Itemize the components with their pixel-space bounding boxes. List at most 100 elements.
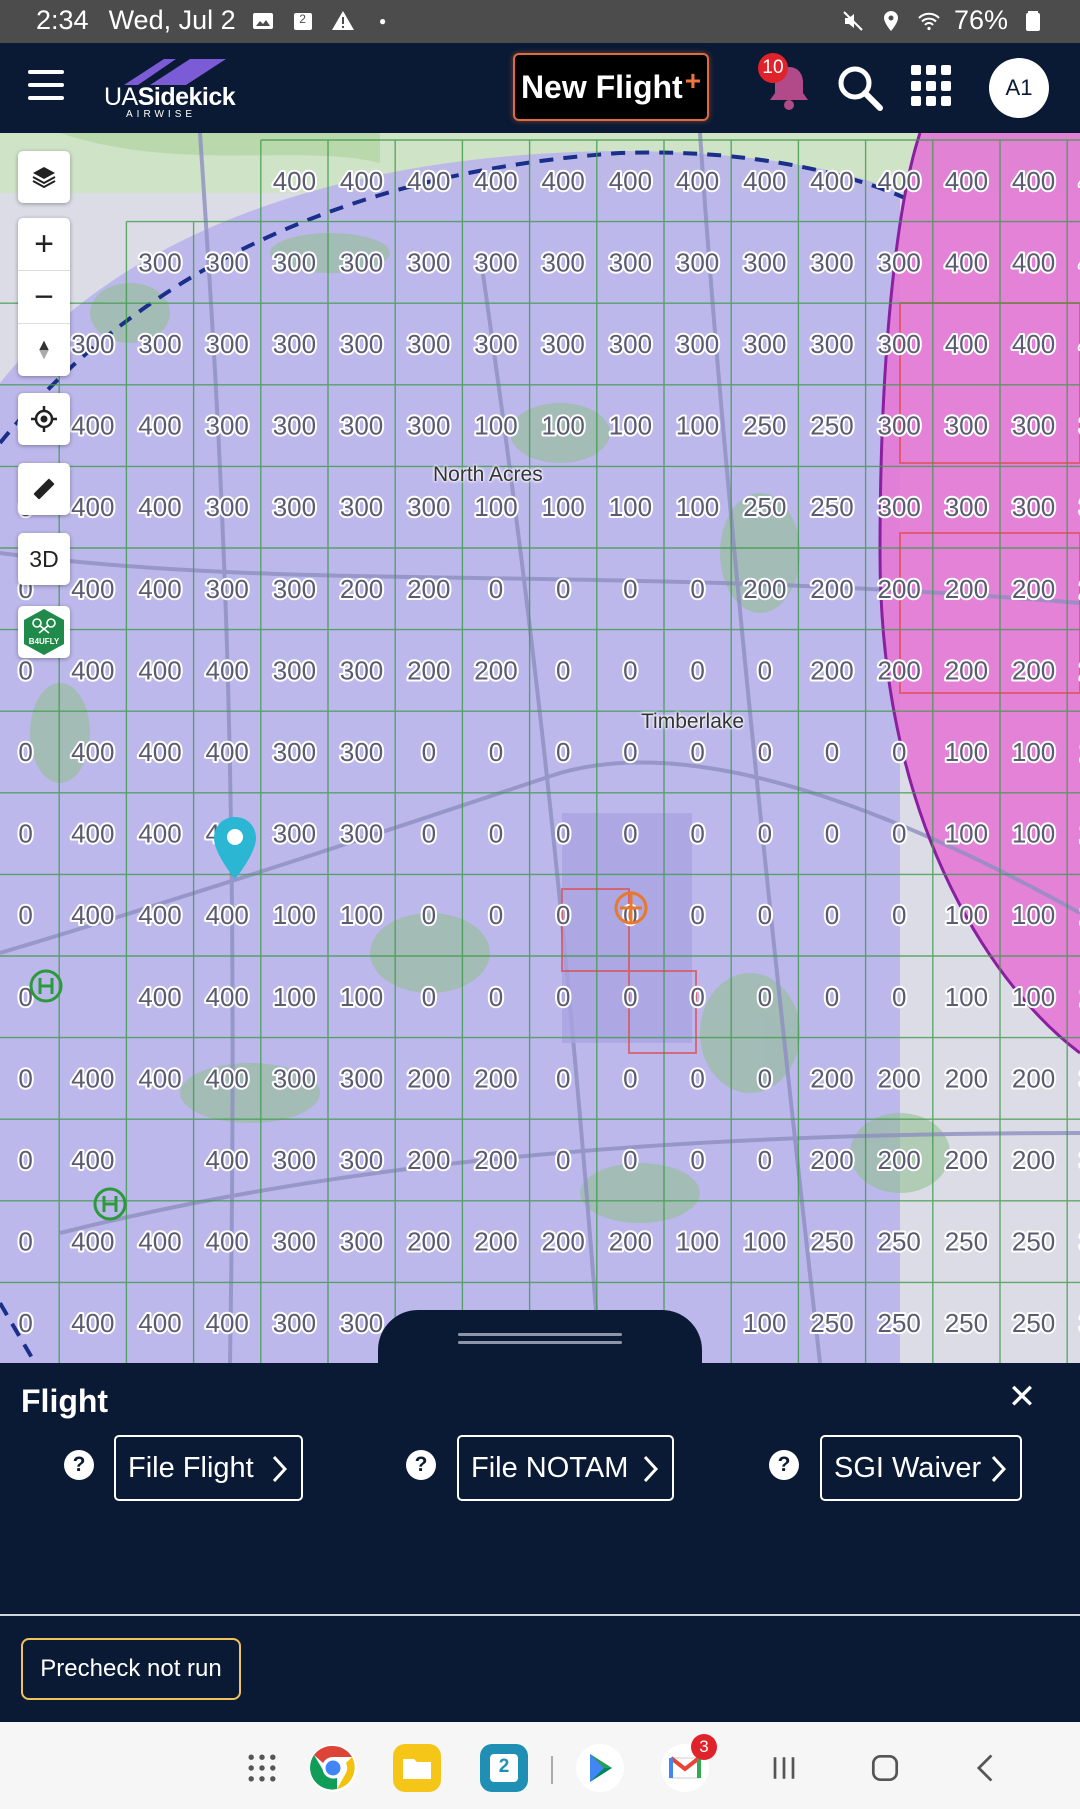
- airspace-map[interactable]: 4004004004004004004004004004004004004003…: [0, 133, 1080, 1363]
- notifications-bell-icon[interactable]: 10: [758, 53, 814, 113]
- zoom-in-button[interactable]: +: [18, 218, 70, 270]
- grid-ceiling-label: 400: [71, 492, 114, 522]
- apps-grid-icon[interactable]: [911, 65, 953, 107]
- grid-ceiling-label: 200: [407, 1145, 450, 1175]
- grid-ceiling-label: 0: [556, 737, 570, 767]
- grid-ceiling-label: 300: [340, 1308, 383, 1338]
- grid-ceiling-label: 0: [422, 819, 436, 849]
- close-icon[interactable]: ✕: [1006, 1378, 1038, 1416]
- grid-ceiling-label: 100: [676, 492, 719, 522]
- sgi-waiver-help-icon[interactable]: ?: [769, 1450, 799, 1480]
- grid-ceiling-label: 400: [878, 166, 921, 196]
- grid-ceiling-label: 400: [474, 166, 517, 196]
- grid-ceiling-label: 400: [138, 411, 181, 441]
- notification-badge: 10: [758, 53, 788, 83]
- mute-icon: [840, 8, 866, 34]
- calendar-app-icon[interactable]: 2: [478, 1742, 530, 1794]
- grid-ceiling-label: 0: [556, 900, 570, 930]
- heliport-icon[interactable]: [92, 1186, 128, 1222]
- file-flight-button[interactable]: File Flight: [114, 1435, 303, 1501]
- new-flight-button[interactable]: New Flight +: [513, 53, 709, 121]
- grid-ceiling-label: 250: [810, 1308, 853, 1338]
- file-notam-help-icon[interactable]: ?: [406, 1450, 436, 1480]
- file-notam-button[interactable]: File NOTAM: [457, 1435, 674, 1501]
- grid-ceiling-label: 200: [407, 1063, 450, 1093]
- grid-ceiling-label: 400: [138, 655, 181, 685]
- measure-button[interactable]: [18, 463, 70, 515]
- compass-button[interactable]: [18, 324, 70, 376]
- grid-ceiling-label: 0: [18, 655, 32, 685]
- grid-ceiling-label: 250: [743, 411, 786, 441]
- grid-ceiling-label: 250: [878, 1308, 921, 1338]
- image-icon: [250, 8, 276, 34]
- chrome-icon[interactable]: [307, 1742, 359, 1794]
- grid-ceiling-label: 300: [1012, 492, 1055, 522]
- grid-ceiling-label: 200: [810, 1063, 853, 1093]
- grid-ceiling-label: 300: [273, 655, 316, 685]
- grid-ceiling-label: 0: [18, 1145, 32, 1175]
- precheck-button[interactable]: Precheck not run: [21, 1638, 241, 1700]
- app-drawer-icon[interactable]: [236, 1742, 288, 1794]
- grid-ceiling-label: 0: [892, 982, 906, 1012]
- grid-ceiling-label: 0: [690, 737, 704, 767]
- file-flight-help-icon[interactable]: ?: [64, 1450, 94, 1480]
- grid-ceiling-label: 100: [1012, 982, 1055, 1012]
- location-pin-icon[interactable]: [211, 815, 259, 881]
- 3d-mode-button[interactable]: 3D: [18, 533, 70, 585]
- logo-sidekick: Sidekick: [137, 83, 236, 111]
- grid-ceiling-label: 400: [1012, 329, 1055, 359]
- grid-ceiling-label: 250: [810, 1227, 853, 1257]
- files-icon[interactable]: [391, 1742, 443, 1794]
- grid-ceiling-label: 300: [542, 247, 585, 277]
- wifi-icon: [916, 8, 942, 34]
- locate-button[interactable]: [18, 393, 70, 445]
- grid-ceiling-label: 0: [892, 900, 906, 930]
- ruler-icon: [33, 478, 55, 500]
- panel-drag-handle[interactable]: [378, 1310, 702, 1363]
- b4ufly-button[interactable]: B4UFLY: [18, 606, 70, 658]
- grid-ceiling-label: 100: [1012, 737, 1055, 767]
- grid-ceiling-label: 400: [542, 166, 585, 196]
- grid-ceiling-label: 100: [676, 1227, 719, 1257]
- file-flight-label: File Flight: [128, 1451, 254, 1484]
- airport-icon[interactable]: [612, 889, 650, 927]
- home-button[interactable]: [859, 1742, 911, 1794]
- grid-ceiling-label: 300: [810, 329, 853, 359]
- grid-ceiling-label: 300: [340, 655, 383, 685]
- grid-ceiling-label: 300: [206, 411, 249, 441]
- heliport-icon[interactable]: [28, 968, 64, 1004]
- grid-ceiling-label: 0: [825, 737, 839, 767]
- grid-ceiling-label: 200: [407, 655, 450, 685]
- grid-ceiling-label: 400: [945, 329, 988, 359]
- grid-ceiling-label: 200: [945, 574, 988, 604]
- gmail-icon[interactable]: 3: [659, 1734, 717, 1794]
- search-icon[interactable]: [835, 63, 885, 113]
- grid-ceiling-label: 0: [489, 574, 503, 604]
- grid-ceiling-label: 400: [138, 574, 181, 604]
- user-avatar[interactable]: A1: [989, 58, 1049, 118]
- grid-ceiling-label: 100: [474, 492, 517, 522]
- calendar-icon: 2: [290, 8, 316, 34]
- precheck-bar: Precheck not run: [0, 1616, 1080, 1722]
- grid-ceiling-label: 300: [676, 329, 719, 359]
- grid-ceiling-label: 400: [743, 166, 786, 196]
- recents-button[interactable]: [758, 1742, 810, 1794]
- back-button[interactable]: [960, 1742, 1012, 1794]
- layers-button[interactable]: [18, 151, 70, 203]
- grid-ceiling-label: 300: [273, 737, 316, 767]
- file-notam-label: File NOTAM: [471, 1451, 629, 1484]
- grid-ceiling-label: 400: [71, 1145, 114, 1175]
- grid-ceiling-label: 0: [758, 982, 772, 1012]
- grid-ceiling-label: 300: [474, 329, 517, 359]
- grid-ceiling-label: 400: [138, 1063, 181, 1093]
- grid-ceiling-label: 200: [945, 1063, 988, 1093]
- play-store-icon[interactable]: [574, 1742, 626, 1794]
- grid-ceiling-label: 400: [138, 819, 181, 849]
- status-date: Wed, Jul 2: [108, 5, 236, 35]
- menu-icon[interactable]: [28, 70, 64, 100]
- grid-ceiling-label: 400: [71, 1227, 114, 1257]
- grid-ceiling-label: 300: [810, 247, 853, 277]
- zoom-out-button[interactable]: −: [18, 271, 70, 323]
- sgi-waiver-button[interactable]: SGI Waiver: [820, 1435, 1022, 1501]
- grid-ceiling-label: 0: [489, 737, 503, 767]
